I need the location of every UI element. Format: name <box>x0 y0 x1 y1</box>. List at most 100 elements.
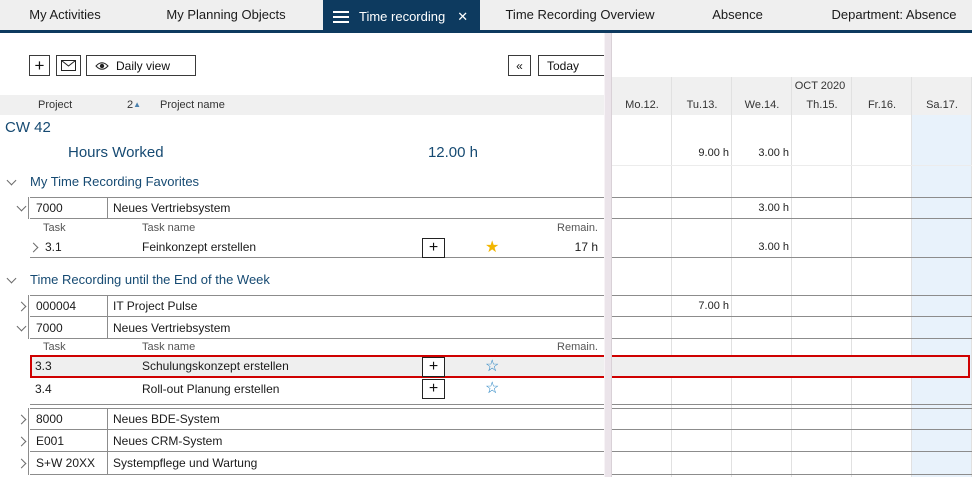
project-id-cell[interactable]: 8000 <box>28 408 108 430</box>
task-header-row: Task Task name Remain. <box>0 339 972 355</box>
task-name-column-header: Task name <box>142 219 195 237</box>
project-row[interactable]: 000004 IT Project Pulse 7.00 h <box>0 295 972 317</box>
tab-absence[interactable]: Absence <box>700 0 775 30</box>
day-cell[interactable]: 3.00 h <box>732 237 792 258</box>
tab-time-recording[interactable]: Time recording ✕ <box>323 0 480 33</box>
project-id-cell[interactable]: E001 <box>28 430 108 452</box>
remaining-hours: 17 h <box>498 237 598 258</box>
project-id-cell[interactable]: S+W 20XX <box>28 452 108 475</box>
task-name: Roll-out Planung erstellen <box>142 378 279 400</box>
month-label: OCT 2020 <box>760 77 880 95</box>
day-cell[interactable] <box>912 295 972 317</box>
task-column-header: Task <box>43 219 66 237</box>
project-name-cell[interactable]: IT Project Pulse <box>108 295 604 317</box>
favorite-star-outline-icon[interactable]: ☆ <box>485 378 499 400</box>
favorite-star-outline-icon[interactable]: ☆ <box>485 355 499 378</box>
project-id-cell[interactable]: 000004 <box>28 295 108 317</box>
day-cell[interactable] <box>792 197 852 219</box>
day-cell[interactable] <box>672 197 732 219</box>
collapse-icon[interactable] <box>7 176 17 186</box>
collapse-icon[interactable] <box>17 322 27 332</box>
project-id-cell[interactable]: 7000 <box>28 197 108 219</box>
close-icon[interactable]: ✕ <box>457 9 468 25</box>
today-button[interactable]: Today <box>538 55 608 76</box>
task-id: 3.4 <box>35 378 52 400</box>
day-header: Fr.16. <box>852 95 912 115</box>
pane-splitter[interactable] <box>604 33 612 477</box>
day-cell[interactable] <box>852 197 912 219</box>
project-name-column-header[interactable]: Project name <box>160 95 225 115</box>
project-name-cell[interactable]: Neues BDE-System <box>108 408 604 430</box>
add-time-button[interactable]: + <box>422 379 445 399</box>
project-column-header[interactable]: Project <box>38 95 72 115</box>
tab-department-absence[interactable]: Department: Absence <box>820 0 968 30</box>
expand-icon[interactable] <box>17 301 27 311</box>
day-cell[interactable]: 3.00 h <box>732 140 792 165</box>
project-row[interactable]: E001 Neues CRM-System <box>0 430 972 452</box>
add-time-button[interactable]: + <box>422 357 445 377</box>
add-button[interactable]: + <box>29 55 50 76</box>
tab-my-activities[interactable]: My Activities <box>15 0 115 30</box>
project-id-cell[interactable]: 7000 <box>28 317 108 339</box>
sort-ascending-icon: ▲ <box>133 100 141 109</box>
day-cell[interactable] <box>612 237 672 258</box>
tab-time-recording-overview[interactable]: Time Recording Overview <box>495 0 665 30</box>
month-header-row: OCT 2020 <box>0 77 972 95</box>
day-cell[interactable]: 9.00 h <box>672 140 732 165</box>
day-cell[interactable]: 3.00 h <box>732 197 792 219</box>
spacer <box>0 258 972 270</box>
expand-icon[interactable] <box>17 414 27 424</box>
project-row[interactable]: 7000 Neues Vertriebsystem <box>0 317 972 339</box>
menu-icon[interactable] <box>333 8 349 26</box>
task-row[interactable]: 3.4 Roll-out Planung erstellen + ☆ <box>0 378 972 400</box>
eye-icon <box>95 61 109 71</box>
day-header: Tu.13. <box>672 95 732 115</box>
day-cell[interactable] <box>912 140 972 165</box>
expand-icon[interactable] <box>17 459 27 469</box>
day-cell[interactable] <box>732 295 792 317</box>
day-header: Sa.17. <box>912 95 972 115</box>
view-selector-label: Daily view <box>116 59 170 73</box>
day-cell[interactable] <box>852 140 912 165</box>
day-cell[interactable] <box>672 237 732 258</box>
remain-column-header: Remain. <box>498 219 598 237</box>
mail-button[interactable] <box>56 55 81 76</box>
task-row[interactable]: 3.1 Feinkonzept erstellen + ★ 17 h 3.00 … <box>0 237 972 258</box>
view-selector-button[interactable]: Daily view <box>86 55 196 76</box>
day-cell[interactable] <box>852 295 912 317</box>
project-row[interactable]: 7000 Neues Vertriebsystem 3.00 h <box>0 197 972 219</box>
day-header: Th.15. <box>792 95 852 115</box>
day-cell[interactable] <box>612 140 672 165</box>
task-row-selected[interactable]: 3.3 Schulungskonzept erstellen + ☆ <box>0 355 972 378</box>
day-cell[interactable] <box>612 197 672 219</box>
project-row[interactable]: S+W 20XX Systempflege und Wartung <box>0 452 972 475</box>
previous-week-button[interactable]: « <box>508 55 531 76</box>
day-cell[interactable] <box>792 237 852 258</box>
expand-icon[interactable] <box>29 243 39 253</box>
day-cell[interactable] <box>612 295 672 317</box>
day-cell[interactable] <box>912 237 972 258</box>
sort-indicator[interactable]: 2▲ <box>127 95 141 115</box>
task-header-row: Task Task name Remain. <box>0 219 972 237</box>
project-name-cell[interactable]: Neues Vertriebsystem <box>108 317 604 339</box>
day-cell[interactable] <box>912 197 972 219</box>
expand-icon[interactable] <box>17 436 27 446</box>
hours-worked-label: Hours Worked <box>68 140 164 166</box>
collapse-icon[interactable] <box>7 274 17 284</box>
project-row[interactable]: 8000 Neues BDE-System <box>0 408 972 430</box>
main-content: + Daily view « Today OCT 2020 Project 2▲… <box>0 33 972 477</box>
day-cell[interactable]: 7.00 h <box>672 295 732 317</box>
hours-worked-day-values: 9.00 h 3.00 h <box>612 140 972 166</box>
remain-column-header: Remain. <box>498 339 598 355</box>
day-headers: Mo.12. Tu.13. We.14. Th.15. Fr.16. Sa.17… <box>612 95 972 115</box>
tab-my-planning-objects[interactable]: My Planning Objects <box>150 0 302 30</box>
project-name-cell[interactable]: Neues CRM-System <box>108 430 604 452</box>
day-cell[interactable] <box>852 237 912 258</box>
project-name-cell[interactable]: Systempflege und Wartung <box>108 452 604 475</box>
collapse-icon[interactable] <box>17 202 27 212</box>
day-cell[interactable] <box>792 295 852 317</box>
day-cell[interactable] <box>792 140 852 165</box>
add-time-button[interactable]: + <box>422 238 445 258</box>
task-name: Feinkonzept erstellen <box>142 237 256 258</box>
project-name-cell[interactable]: Neues Vertriebsystem <box>108 197 604 219</box>
